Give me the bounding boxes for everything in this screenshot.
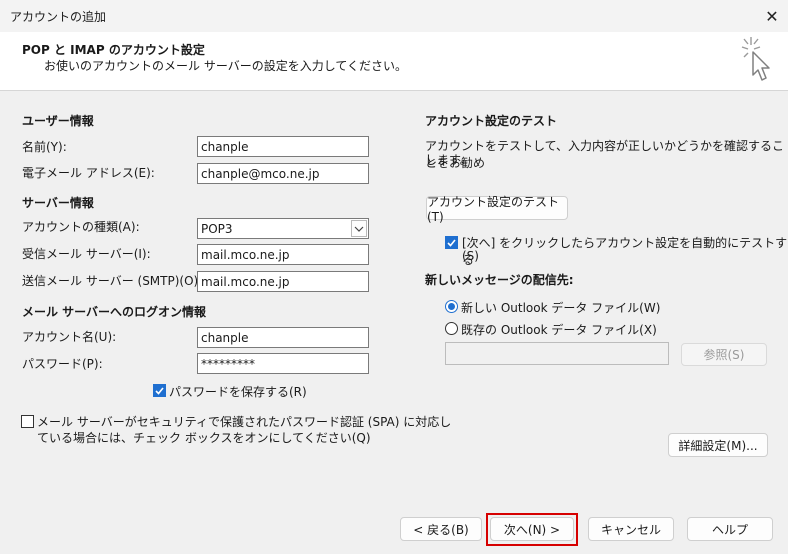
account-name-label: アカウント名(U): bbox=[22, 330, 117, 344]
data-file-path-field bbox=[445, 342, 669, 365]
logon-info-heading: メール サーバーへのログオン情報 bbox=[22, 305, 207, 319]
window-title: アカウントの追加 bbox=[10, 10, 107, 24]
cancel-button[interactable]: キャンセル bbox=[588, 517, 674, 541]
cursor-sparkle-icon bbox=[741, 37, 770, 81]
test-account-settings-button[interactable]: アカウント設定のテスト(T) bbox=[426, 195, 568, 224]
test-description-line2: します。 bbox=[425, 153, 472, 167]
auto-test-label-line2[interactable]: (S) bbox=[462, 249, 479, 263]
close-button[interactable]: ✕ bbox=[756, 0, 788, 32]
close-icon: ✕ bbox=[765, 6, 779, 26]
spa-label-line1[interactable]: メール サーバーがセキュリティで保護されたパスワード認証 (SPA) に対応し bbox=[37, 413, 451, 430]
incoming-server-field[interactable]: mail.mco.ne.jp bbox=[197, 244, 369, 265]
back-button[interactable]: < 戻る(B) bbox=[400, 517, 482, 541]
remember-password-checkbox[interactable] bbox=[153, 384, 166, 397]
existing-data-file-radio[interactable] bbox=[445, 322, 458, 335]
auto-test-checkbox[interactable] bbox=[445, 236, 458, 249]
remember-password-label[interactable]: パスワードを保存する(R) bbox=[169, 383, 307, 400]
test-description-line1: アカウントをテストして、入力内容が正しいかどうかを確認することをお勧め bbox=[425, 139, 785, 170]
checkmark-icon bbox=[447, 238, 456, 247]
auto-test-label-line1[interactable]: [次へ] をクリックしたらアカウント設定を自動的にテストする bbox=[462, 234, 788, 268]
server-info-heading: サーバー情報 bbox=[22, 196, 94, 210]
wizard-header: POP と IMAP のアカウント設定 お使いのアカウントのメール サーバーの設… bbox=[0, 32, 788, 91]
help-button[interactable]: ヘルプ bbox=[687, 517, 773, 541]
existing-data-file-label[interactable]: 既存の Outlook データ ファイル(X) bbox=[461, 321, 657, 338]
user-info-heading: ユーザー情報 bbox=[22, 114, 94, 128]
title-bar: アカウントの追加 ✕ bbox=[0, 0, 788, 32]
account-type-select[interactable]: POP3 bbox=[197, 218, 369, 239]
new-data-file-radio[interactable] bbox=[445, 300, 458, 313]
spa-checkbox[interactable] bbox=[21, 415, 34, 428]
header-subtitle: お使いのアカウントのメール サーバーの設定を入力してください。 bbox=[44, 59, 407, 73]
email-field[interactable]: chanple@mco.ne.jp bbox=[197, 163, 369, 184]
account-type-value: POP3 bbox=[201, 222, 233, 236]
advanced-settings-button[interactable]: 詳細設定(M)... bbox=[668, 433, 768, 457]
outgoing-server-label: 送信メール サーバー (SMTP)(O): bbox=[22, 274, 203, 288]
browse-button: 参照(S) bbox=[681, 343, 767, 366]
spa-label-line2[interactable]: ている場合には、チェック ボックスをオンにしてください(Q) bbox=[37, 429, 371, 446]
checkmark-icon bbox=[155, 386, 164, 395]
delivery-heading: 新しいメッセージの配信先: bbox=[425, 273, 574, 287]
incoming-server-label: 受信メール サーバー(I): bbox=[22, 247, 151, 261]
header-title: POP と IMAP のアカウント設定 bbox=[22, 43, 205, 57]
chevron-down-icon[interactable] bbox=[351, 220, 367, 237]
account-type-label: アカウントの種類(A): bbox=[22, 220, 140, 234]
test-settings-heading: アカウント設定のテスト bbox=[425, 114, 558, 128]
outgoing-server-field[interactable]: mail.mco.ne.jp bbox=[197, 271, 369, 292]
new-data-file-label[interactable]: 新しい Outlook データ ファイル(W) bbox=[461, 299, 660, 316]
password-label: パスワード(P): bbox=[22, 357, 103, 371]
password-field[interactable]: ********* bbox=[197, 353, 369, 374]
email-label: 電子メール アドレス(E): bbox=[22, 166, 155, 180]
name-label: 名前(Y): bbox=[22, 140, 67, 154]
name-field[interactable]: chanple bbox=[197, 136, 369, 157]
next-button[interactable]: 次へ(N) > bbox=[490, 517, 574, 541]
account-name-field[interactable]: chanple bbox=[197, 327, 369, 348]
